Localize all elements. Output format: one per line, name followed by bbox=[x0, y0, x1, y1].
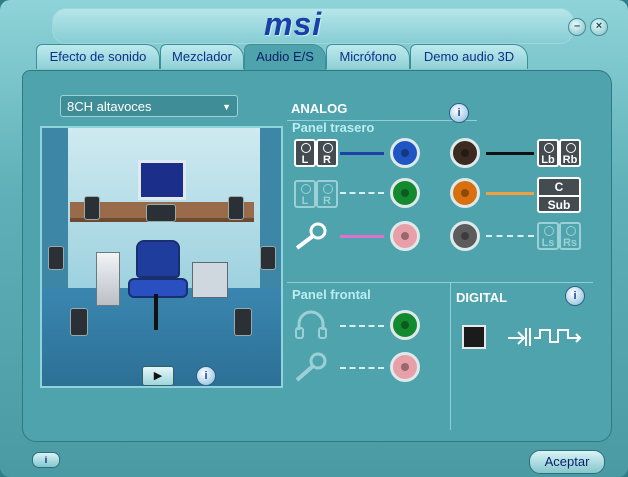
analog-title: ANALOG bbox=[291, 101, 348, 116]
app-window: msi – × Efecto de sonido Mezclador Audio… bbox=[0, 0, 628, 477]
accept-button[interactable]: Aceptar bbox=[529, 450, 605, 474]
minimize-button[interactable]: – bbox=[568, 18, 586, 36]
cable-dashed-front-green bbox=[340, 325, 384, 327]
digital-title: DIGITAL bbox=[456, 290, 508, 305]
microphone-icon bbox=[294, 222, 328, 250]
speaker-right-back-icon: Rb bbox=[559, 139, 581, 167]
info-icon[interactable]: i bbox=[32, 452, 60, 468]
tab-microfono[interactable]: Micrófono bbox=[326, 44, 410, 69]
tab-efecto-de-sonido[interactable]: Efecto de sonido bbox=[36, 44, 160, 69]
cable-dashed-gray bbox=[486, 235, 534, 237]
speaker-lb-label: Lb bbox=[541, 154, 555, 166]
speaker-left-dim-label: L bbox=[301, 195, 309, 207]
center-label: C bbox=[539, 179, 579, 197]
cable-dashed-green bbox=[340, 192, 384, 194]
msi-logo: msi bbox=[264, 6, 323, 42]
speaker-rb-label: Rb bbox=[562, 154, 578, 166]
jack-orange-center-sub[interactable] bbox=[450, 178, 480, 208]
jack-blue-line-in[interactable] bbox=[390, 138, 420, 168]
cable-pink bbox=[340, 235, 384, 238]
speaker-left-dim-icon: L bbox=[294, 180, 316, 208]
chair-seat-icon bbox=[128, 278, 188, 298]
speaker-left-back-icon: Lb bbox=[537, 139, 559, 167]
speaker-front-right-icon[interactable] bbox=[228, 196, 244, 220]
speaker-left-label: L bbox=[301, 154, 309, 166]
jack-front-pink-mic[interactable] bbox=[390, 352, 420, 382]
speaker-back-right-icon[interactable] bbox=[234, 308, 252, 336]
cable-black bbox=[486, 152, 534, 155]
jack-pink-mic-in[interactable] bbox=[390, 221, 420, 251]
speaker-right-dim-icon: R bbox=[316, 180, 338, 208]
room-info-button[interactable]: i bbox=[196, 366, 216, 386]
jack-front-green-headphone[interactable] bbox=[390, 310, 420, 340]
speaker-right-label: R bbox=[323, 154, 331, 166]
subwoofer-icon[interactable] bbox=[192, 262, 228, 298]
headphones-icon bbox=[294, 308, 328, 340]
center-sub-icon: C Sub bbox=[537, 177, 581, 213]
speaker-right-icon: R bbox=[316, 139, 338, 167]
speaker-center-icon[interactable] bbox=[146, 204, 176, 222]
speaker-side-left-icon[interactable] bbox=[48, 246, 64, 270]
chair-icon bbox=[136, 240, 180, 278]
digital-signal-icon bbox=[506, 324, 586, 350]
chevron-down-icon: ▼ bbox=[222, 102, 231, 112]
chair-leg-icon bbox=[154, 294, 158, 330]
tab-demo-audio-3d[interactable]: Demo audio 3D bbox=[410, 44, 528, 69]
rear-panel-label: Panel trasero bbox=[292, 120, 375, 135]
cable-blue bbox=[340, 152, 384, 155]
title-bar: msi – × bbox=[0, 0, 628, 46]
analog-info-button[interactable]: i bbox=[449, 103, 469, 123]
speaker-back-left-icon[interactable] bbox=[70, 308, 88, 336]
speaker-left-icon: L bbox=[294, 139, 316, 167]
digital-divider bbox=[450, 282, 451, 430]
front-panel-divider bbox=[287, 282, 593, 283]
cable-dashed-front-pink bbox=[340, 367, 384, 369]
speaker-config-value: 8CH altavoces bbox=[67, 99, 152, 114]
speaker-rs-label: Rs bbox=[562, 237, 578, 249]
jack-black-rear-out[interactable] bbox=[450, 138, 480, 168]
jack-gray-side-out[interactable] bbox=[450, 221, 480, 251]
front-panel-label: Panel frontal bbox=[292, 287, 371, 302]
speaker-side-right-icon[interactable] bbox=[260, 246, 276, 270]
play-test-button[interactable]: ▶ bbox=[142, 366, 174, 386]
monitor-icon bbox=[138, 160, 186, 200]
cable-orange bbox=[486, 192, 534, 195]
speaker-config-select[interactable]: 8CH altavoces ▼ bbox=[60, 95, 238, 117]
tab-audio-es[interactable]: Audio E/S bbox=[244, 44, 326, 71]
speaker-right-side-icon: Rs bbox=[559, 222, 581, 250]
speaker-room-illustration bbox=[40, 126, 283, 388]
speaker-front-left-icon[interactable] bbox=[84, 196, 100, 220]
front-microphone-icon bbox=[294, 352, 328, 382]
pc-tower-icon bbox=[96, 252, 120, 306]
jack-green-line-out[interactable] bbox=[390, 178, 420, 208]
speaker-left-side-icon: Ls bbox=[537, 222, 559, 250]
spdif-port-icon bbox=[462, 325, 486, 349]
digital-info-button[interactable]: i bbox=[565, 286, 585, 306]
close-button[interactable]: × bbox=[590, 18, 608, 36]
tab-mezclador[interactable]: Mezclador bbox=[160, 44, 244, 69]
speaker-ls-label: Ls bbox=[541, 237, 555, 249]
sub-label: Sub bbox=[547, 198, 571, 212]
speaker-right-dim-label: R bbox=[323, 195, 331, 207]
